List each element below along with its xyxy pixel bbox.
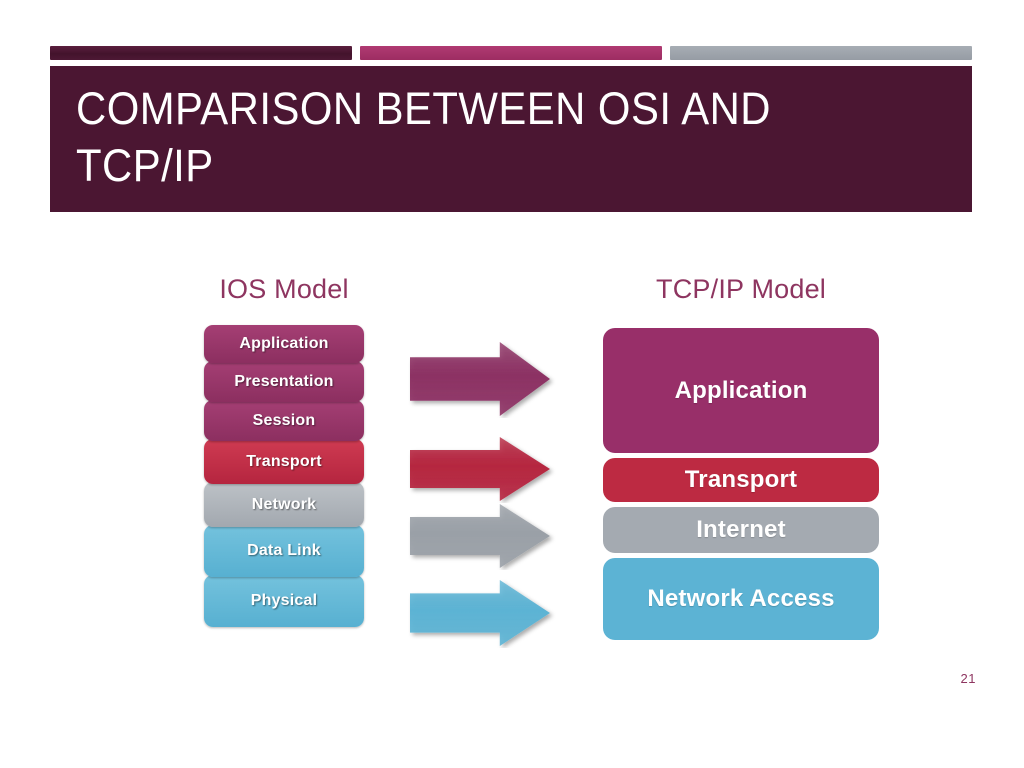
mapping-arrow-group (408, 330, 560, 650)
osi-layer-label: Transport (246, 452, 322, 470)
tcpip-layer-label: Transport (684, 466, 798, 493)
decorative-bar-accent (360, 46, 662, 60)
tcpip-layer-network-access: Network Access (603, 558, 879, 640)
slide-title: Comparison Between OSI and TCP/IP (76, 83, 771, 191)
tcpip-layer-internet: Internet (603, 507, 879, 553)
tcpip-model-heading: TCP/IP Model (656, 274, 826, 304)
arrow-application (408, 340, 556, 418)
osi-layer-label: Application (239, 335, 329, 352)
osi-layer-transport: Transport (204, 439, 364, 484)
tcpip-layer-label: Internet (696, 516, 786, 543)
arrow-network-access (408, 578, 556, 648)
tcpip-layer-label: Network Access (647, 585, 835, 612)
osi-layer-label: Network (251, 495, 317, 513)
osi-layer-stack: Application Presentation Session Transport N… (204, 325, 364, 627)
arrow-transport (408, 435, 556, 503)
osi-layer-data-link: Data Link (204, 525, 364, 577)
osi-layer-application: Application (204, 325, 364, 363)
osi-layer-label: Physical (250, 592, 318, 609)
tcpip-layer-stack: Application Transport Internet Network Acce… (603, 328, 879, 645)
decorative-bar-group (50, 46, 972, 60)
tcpip-layer-transport: Transport (603, 458, 879, 502)
tcpip-layer-application: Application (603, 328, 879, 453)
osi-layer-network: Network (204, 482, 364, 527)
osi-layer-presentation: Presentation (204, 361, 364, 402)
decorative-bar-gray (670, 46, 972, 60)
osi-layer-session: Session (204, 400, 364, 441)
title-band: Comparison Between OSI and TCP/IP (50, 66, 972, 212)
osi-layer-label: Data Link (247, 542, 321, 559)
arrow-internet (408, 502, 556, 570)
osi-model-heading: IOS Model (219, 274, 349, 304)
osi-layer-label: Session (252, 411, 316, 429)
osi-layer-physical: Physical (204, 575, 364, 627)
tcpip-layer-label: Application (674, 376, 808, 404)
decorative-bar-dark (50, 46, 352, 60)
slide-canvas: Comparison Between OSI and TCP/IP IOS Mo… (0, 0, 1024, 768)
osi-layer-label: Presentation (234, 372, 334, 390)
page-number: 21 (960, 671, 976, 686)
